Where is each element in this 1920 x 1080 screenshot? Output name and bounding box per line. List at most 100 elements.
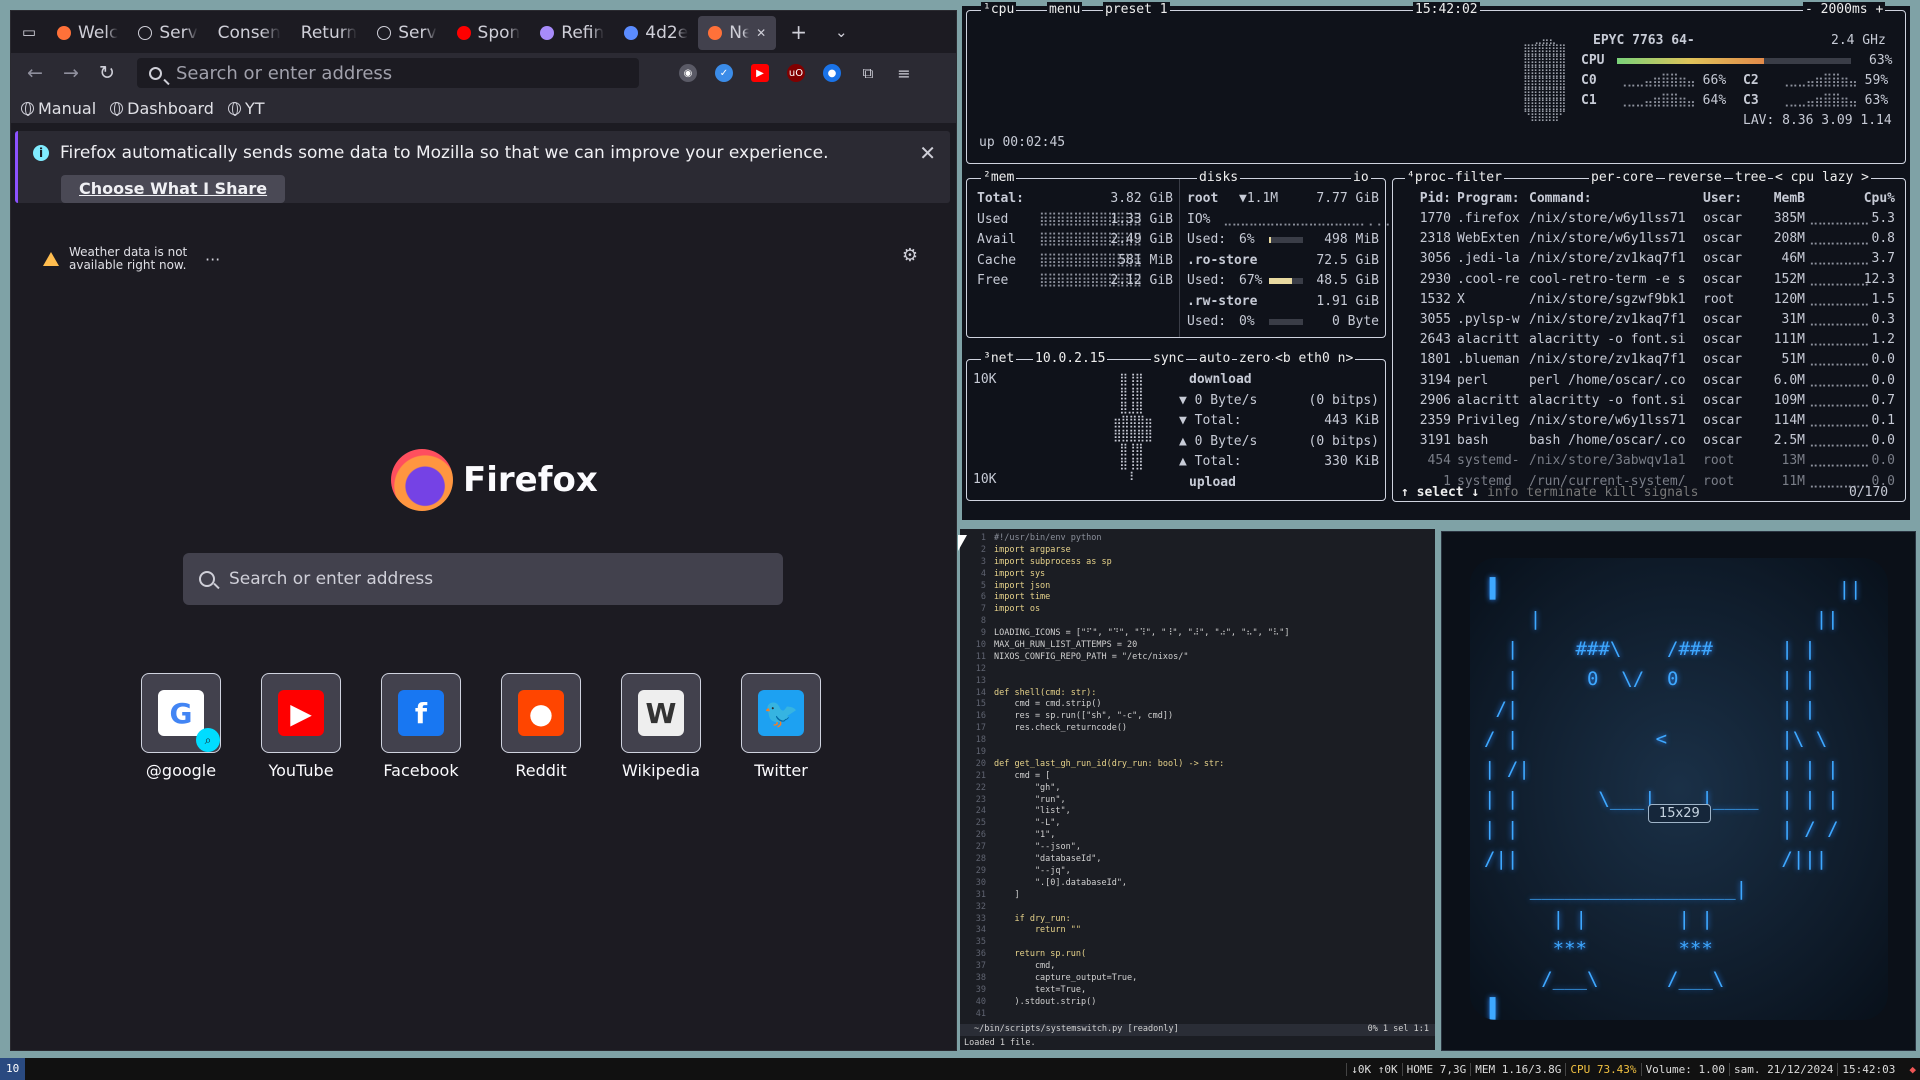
- tab-6[interactable]: Refin: [530, 16, 614, 50]
- proc-cell: 6.0M: [1773, 372, 1805, 388]
- line-number: 1: [980, 533, 986, 543]
- proc-cell: /nix/store/w6y1lss71: [1529, 211, 1686, 226]
- shortcut-tile[interactable]: W: [621, 673, 701, 753]
- newtab-search-input[interactable]: Search or enter address: [183, 553, 783, 605]
- shortcut-youtube[interactable]: ▶ YouTube: [261, 673, 341, 780]
- crt-screen[interactable]: ▐ || | || | ###\ /### | | | 0 \/ 0 | | /…: [1470, 558, 1888, 1020]
- process-row[interactable]: 1770 .firefox/nix/store/w6y1lss71 oscar 385…: [1393, 211, 1903, 229]
- menu-tab[interactable]: menu: [1047, 2, 1083, 17]
- net-zero[interactable]: zero: [1237, 351, 1273, 366]
- tab-1[interactable]: Serv: [128, 16, 207, 50]
- facebook-icon: f: [398, 690, 444, 736]
- extensions-puzzle-icon[interactable]: ⧉: [859, 64, 877, 82]
- tab-5[interactable]: Spon: [447, 16, 531, 50]
- preset-label[interactable]: preset 1: [1103, 2, 1170, 17]
- proc-reverse[interactable]: reverse: [1665, 170, 1724, 185]
- code-line: 17 res.check_returncode(): [964, 723, 1429, 735]
- process-row[interactable]: 2930 .cool-re cool-retro-term -e s oscar 152…: [1393, 272, 1903, 290]
- proc-cell: bash /home/oscar/.co: [1529, 433, 1686, 449]
- shortcut-twitter[interactable]: 🐦 Twitter: [741, 673, 821, 780]
- choose-what-i-share-button[interactable]: Choose What I Share: [61, 175, 286, 203]
- url-bar[interactable]: Search or enter address: [137, 58, 639, 88]
- process-row[interactable]: 3191 bash bash /home/oscar/.co oscar 2.5M 0.0…: [1393, 433, 1903, 451]
- process-row[interactable]: 1532 X/nix/store/sgzwf9bk1 root 120M 1.5 ⣀⣀⣀⣀…: [1393, 292, 1903, 310]
- proc-cpu-meter: ⣀⣀⣀⣀⣀⣀⣀: [1809, 372, 1870, 388]
- proc-tree[interactable]: tree: [1733, 170, 1769, 185]
- firefox-icon: [57, 26, 71, 40]
- list-all-tabs-icon[interactable]: ⌄: [835, 23, 848, 41]
- shortcut-tile[interactable]: f: [381, 673, 461, 753]
- new-tab-button[interactable]: +: [790, 20, 807, 44]
- close-tab-icon[interactable]: ✕: [756, 26, 766, 40]
- io-toggle[interactable]: io: [1351, 170, 1371, 185]
- ublock-origin-icon[interactable]: uO: [787, 64, 805, 82]
- forward-arrow-icon[interactable]: →: [53, 62, 89, 84]
- shortcut-tile[interactable]: G ⌕: [141, 673, 221, 753]
- process-row[interactable]: 3055 .pylsp-w/nix/store/zv1kaq7f1 oscar 31M…: [1393, 312, 1903, 330]
- proc-cell: 1801: [1419, 352, 1451, 368]
- bookmark-manual[interactable]: Manual: [21, 99, 96, 118]
- tab-0[interactable]: Welc: [47, 16, 128, 50]
- code-lines[interactable]: 1 #!/usr/bin/env python 2 import argparse 3 i…: [964, 533, 1429, 1021]
- proc-cpu-meter: ⣀⣀⣀⣀⣀⣀⣀: [1809, 453, 1870, 469]
- shortcut-tile[interactable]: ●: [501, 673, 581, 753]
- process-row[interactable]: 2906 alacritt alacritty -o font.si oscar 109…: [1393, 393, 1903, 411]
- code-line: 3 import subprocess as sp: [964, 557, 1429, 569]
- process-row[interactable]: 454 systemd-/nix/store/3abwqv1a1 root 13M 0.…: [1393, 453, 1903, 471]
- process-row[interactable]: 2359 Privileg/nix/store/w6y1lss71 oscar 114…: [1393, 413, 1903, 431]
- line-number: 17: [975, 723, 986, 734]
- shortcut-tile[interactable]: ▶: [261, 673, 341, 753]
- shortcut-wikipedia[interactable]: W Wikipedia: [621, 673, 701, 780]
- process-row[interactable]: 1801 .blueman/nix/store/zv1kaq7f1 oscar 51M…: [1393, 352, 1903, 370]
- privacy-extension-icon[interactable]: ●: [823, 64, 841, 82]
- bookmark-dashboard[interactable]: Dashboard: [110, 99, 214, 118]
- notification-icon[interactable]: ◆: [1909, 1063, 1920, 1076]
- tab-8[interactable]: Nev ✕: [698, 16, 777, 50]
- code-text: import time: [994, 592, 1051, 603]
- proc-cell: /nix/store/3abwqv1a1: [1529, 453, 1686, 469]
- proc-cell: oscar: [1703, 372, 1743, 388]
- update-interval[interactable]: - 2000ms +: [1803, 2, 1886, 17]
- bookmark-yt[interactable]: YT: [227, 99, 265, 118]
- net-row: ▲ 0 Byte/s (0 bitps): [1179, 434, 1379, 449]
- account-icon[interactable]: ◉: [679, 64, 697, 82]
- reload-icon[interactable]: ↻: [89, 62, 125, 84]
- shortcut-tile[interactable]: 🐦: [741, 673, 821, 753]
- bitwarden-extension-icon[interactable]: ✓: [715, 64, 733, 82]
- tab-7[interactable]: 4d2e: [614, 16, 698, 50]
- process-row[interactable]: 2318 WebExten/nix/store/w6y1lss71 oscar 208…: [1393, 231, 1903, 249]
- proc-sort[interactable]: < cpu lazy >: [1773, 170, 1871, 185]
- cpu-total-label: CPU: [1581, 53, 1605, 68]
- clock: 15:42:02: [1413, 2, 1480, 17]
- more-options-icon[interactable]: ···: [205, 250, 220, 269]
- proc-per-core[interactable]: per-core: [1589, 170, 1656, 185]
- back-arrow-icon[interactable]: ←: [17, 62, 53, 84]
- process-row[interactable]: 3194 perl perl /home/oscar/.co oscar 6.0M 0.0…: [1393, 373, 1903, 391]
- code-editor: 1 #!/usr/bin/env python 2 import argparse 3 i…: [960, 529, 1435, 1050]
- code-line: 22 "gh",: [964, 783, 1429, 795]
- settings-gear-icon[interactable]: ⚙: [902, 245, 918, 266]
- youtube-extension-icon[interactable]: ▶: [751, 64, 769, 82]
- disk-row: .rw-store 1.91 GiB: [1187, 294, 1379, 309]
- net-iface[interactable]: <b eth0 n>: [1273, 351, 1356, 366]
- line-number: 20: [975, 758, 986, 769]
- code-line: 20 def get_last_gh_run_id(dry_run: bool) …: [964, 759, 1429, 771]
- firefox-logo-icon: [391, 449, 453, 511]
- shortcut-google[interactable]: G ⌕ @google: [141, 673, 221, 780]
- net-sync[interactable]: sync: [1151, 351, 1187, 366]
- tab-2[interactable]: Consen: [208, 16, 291, 50]
- tab-3[interactable]: Return: [291, 16, 367, 50]
- tab-4[interactable]: Serv: [367, 16, 446, 50]
- shortcut-reddit[interactable]: ● Reddit: [501, 673, 581, 780]
- workspace-indicator[interactable]: 10: [0, 1058, 26, 1080]
- shortcut-facebook[interactable]: f Facebook: [381, 673, 461, 780]
- net-key: upload: [1189, 474, 1236, 490]
- close-icon[interactable]: ✕: [919, 141, 936, 165]
- hamburger-menu-icon[interactable]: ≡: [895, 64, 913, 83]
- proc-filter[interactable]: filter: [1453, 170, 1504, 185]
- process-row[interactable]: 2643 alacritt alacritty -o font.si oscar 111…: [1393, 332, 1903, 350]
- firefox-view-icon[interactable]: ▭: [11, 11, 47, 53]
- disk-meta: 67%: [1239, 273, 1263, 288]
- process-row[interactable]: 3056 .jedi-la/nix/store/zv1kaq7f1 oscar 46M…: [1393, 251, 1903, 269]
- net-auto[interactable]: auto: [1197, 351, 1233, 366]
